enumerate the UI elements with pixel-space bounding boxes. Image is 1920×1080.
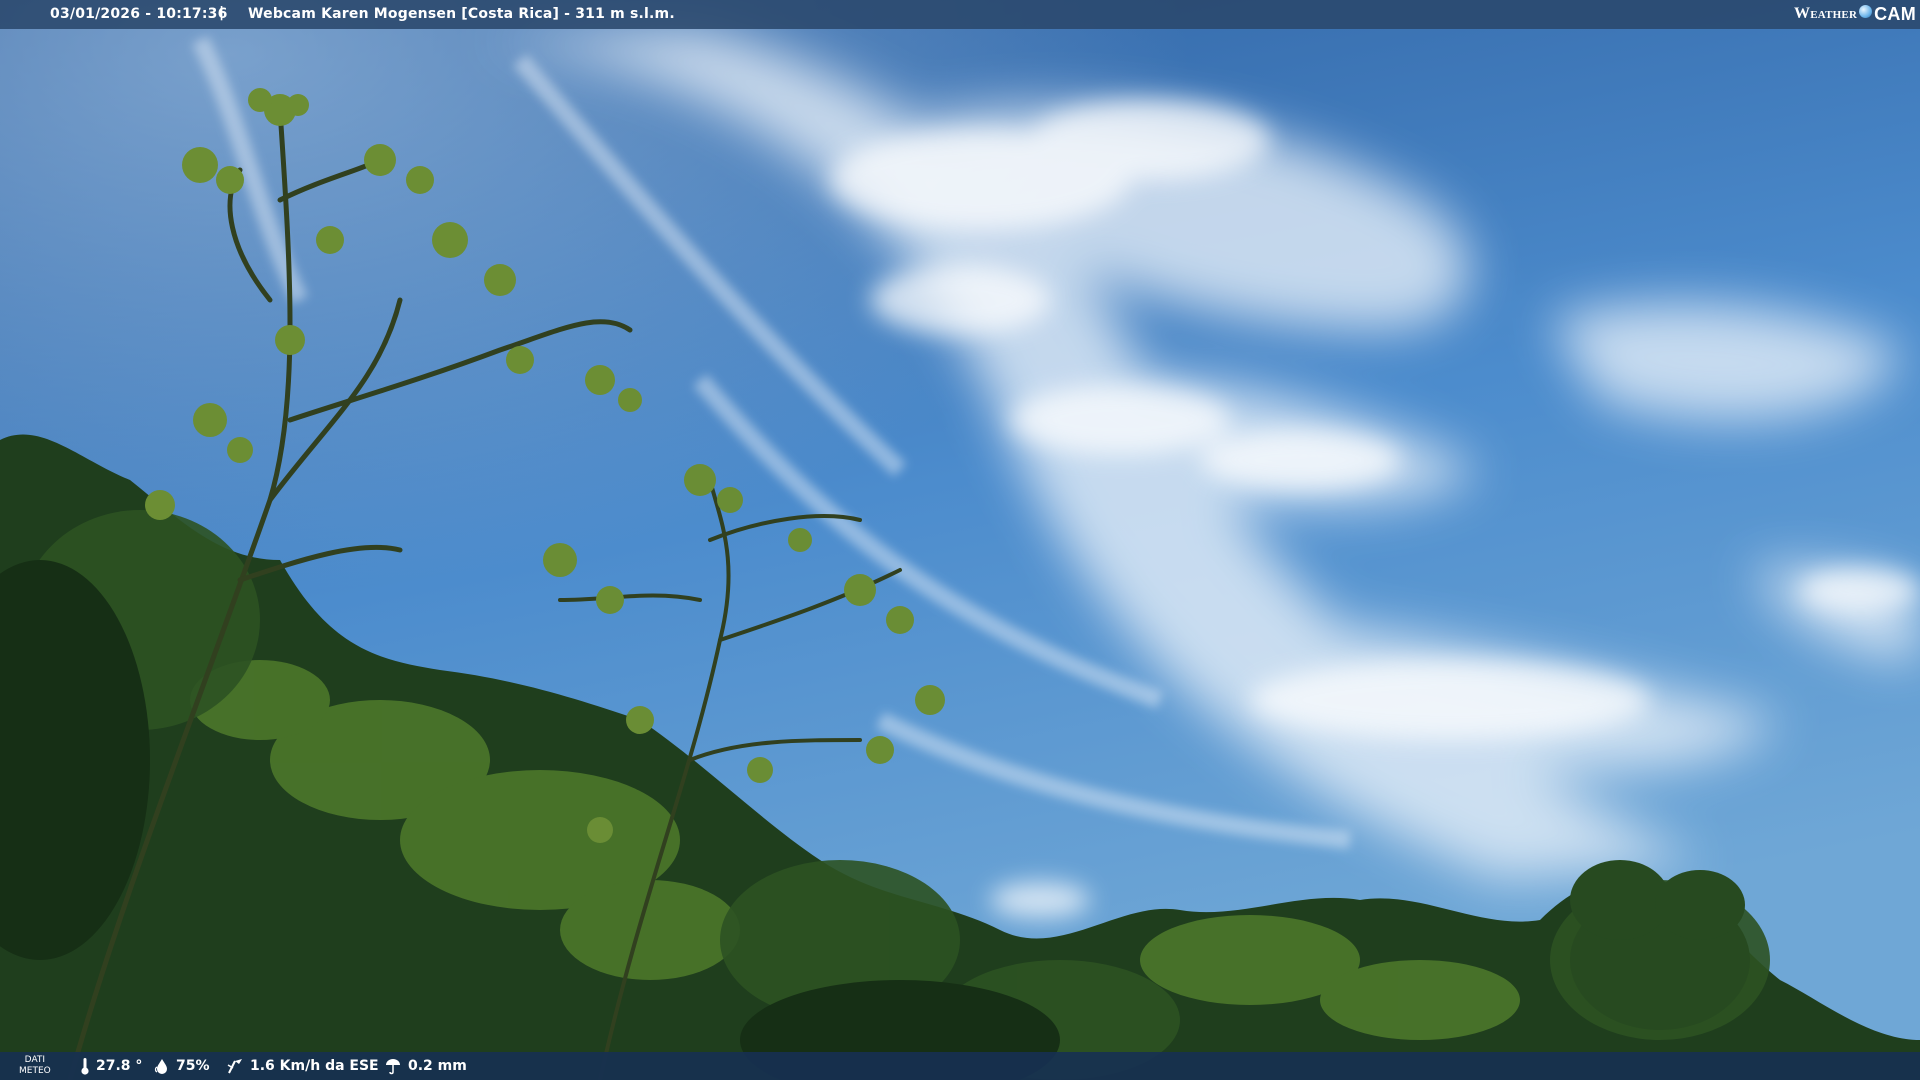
temperature-readout: 27.8 ° [80,1052,142,1080]
humidity-value: 75% [176,1058,210,1074]
humidity-readout: 75% [154,1052,210,1080]
logo-cam-text: CAM [1874,3,1916,24]
dati-meteo-label: DATI METEO [19,1055,51,1077]
webcam-location: Webcam Karen Mogensen [Costa Rica] - 311… [248,6,675,22]
rain-readout: 0.2 mm [384,1052,467,1080]
temperature-value: 27.8 ° [96,1058,143,1074]
header-separator: | [219,5,225,21]
webcam-sky-scene [0,0,1920,1080]
rain-icon [386,1059,400,1075]
weathercam-logo: Weather CAM [1794,3,1916,25]
humidity-drop-icon [154,1059,167,1074]
dati-meteo-label-line1: DATI [24,1055,46,1065]
thermometer-icon [81,1058,89,1075]
tree-right [1570,860,1750,1030]
weather-data-bar: DATI METEO 27.8 ° 75% 1.6 Km/h da ESE 0.… [0,1052,1920,1080]
wind-icon [227,1059,242,1074]
logo-weather-text: Weather [1794,5,1858,22]
logo-globe-icon [1859,4,1873,18]
timestamp: 03/01/2026 - 10:17:36 [50,6,228,22]
info-header-bar: 03/01/2026 - 10:17:36 | Webcam Karen Mog… [0,0,1920,29]
rain-value: 0.2 mm [408,1058,467,1074]
dati-meteo-label-line2: METEO [19,1066,51,1076]
wind-readout: 1.6 Km/h da ESE [226,1052,379,1080]
wind-value: 1.6 Km/h da ESE [250,1058,379,1074]
